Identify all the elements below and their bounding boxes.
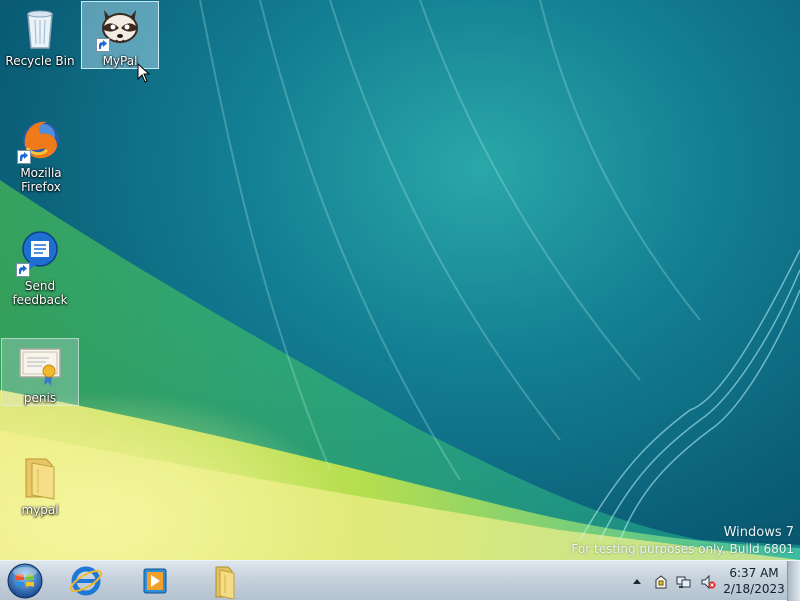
- build-info: For testing purposes only. Build 6801: [571, 542, 794, 556]
- firefox-shortcut[interactable]: Mozilla Firefox: [1, 114, 81, 194]
- desktop[interactable]: Recycle Bin MyPal Mozilla Firefox Send f…: [0, 0, 800, 560]
- mypal-folder[interactable]: mypal: [1, 451, 79, 517]
- folder-icon: [16, 453, 64, 501]
- certificate-file[interactable]: penis: [1, 338, 79, 406]
- wallpaper: [0, 0, 800, 560]
- windows-orb-icon: [7, 563, 43, 599]
- network-icon[interactable]: [676, 574, 692, 590]
- clock-date: 2/18/2023: [723, 582, 785, 596]
- start-button[interactable]: [5, 562, 45, 600]
- taskbar-internet-explorer[interactable]: [58, 563, 114, 599]
- action-center-icon[interactable]: [653, 574, 669, 590]
- recycle-bin-label: Recycle Bin: [5, 54, 75, 68]
- media-player-icon: [143, 568, 167, 594]
- send-feedback-shortcut[interactable]: Send feedback: [1, 227, 79, 307]
- show-hidden-icons-arrow[interactable]: [629, 574, 645, 590]
- firefox-icon: [17, 116, 65, 164]
- send-feedback-label-line1: Send: [24, 279, 56, 293]
- send-feedback-label-line2: feedback: [12, 293, 68, 307]
- show-desktop-button[interactable]: [787, 561, 800, 601]
- os-watermark: Windows 7 For testing purposes only. Bui…: [571, 524, 794, 558]
- recycle-bin-icon: [16, 4, 64, 52]
- taskbar-media-player[interactable]: [127, 563, 183, 599]
- feedback-icon: [16, 229, 64, 277]
- clock-time: 6:37 AM: [729, 566, 779, 580]
- volume-muted-icon[interactable]: [700, 574, 716, 590]
- folder-icon: [215, 566, 235, 600]
- mypal-folder-label: mypal: [21, 503, 59, 517]
- certificate-icon: [16, 341, 64, 389]
- shortcut-arrow-icon: [17, 150, 31, 164]
- internet-explorer-icon: [69, 566, 103, 596]
- recycle-bin[interactable]: Recycle Bin: [1, 2, 79, 68]
- taskbar: 6:37 AM 2/18/2023: [0, 560, 800, 601]
- raccoon-icon: [96, 4, 144, 52]
- firefox-label: Mozilla Firefox: [20, 166, 62, 194]
- clock[interactable]: 6:37 AM 2/18/2023: [722, 565, 786, 597]
- shortcut-arrow-icon: [96, 38, 110, 52]
- shortcut-arrow-icon: [16, 263, 30, 277]
- os-name: Windows 7: [723, 525, 794, 540]
- taskbar-file-explorer[interactable]: [196, 563, 252, 600]
- mypal-shortcut[interactable]: MyPal: [81, 1, 159, 69]
- mouse-cursor-icon: [137, 63, 151, 83]
- certificate-label: penis: [23, 391, 57, 405]
